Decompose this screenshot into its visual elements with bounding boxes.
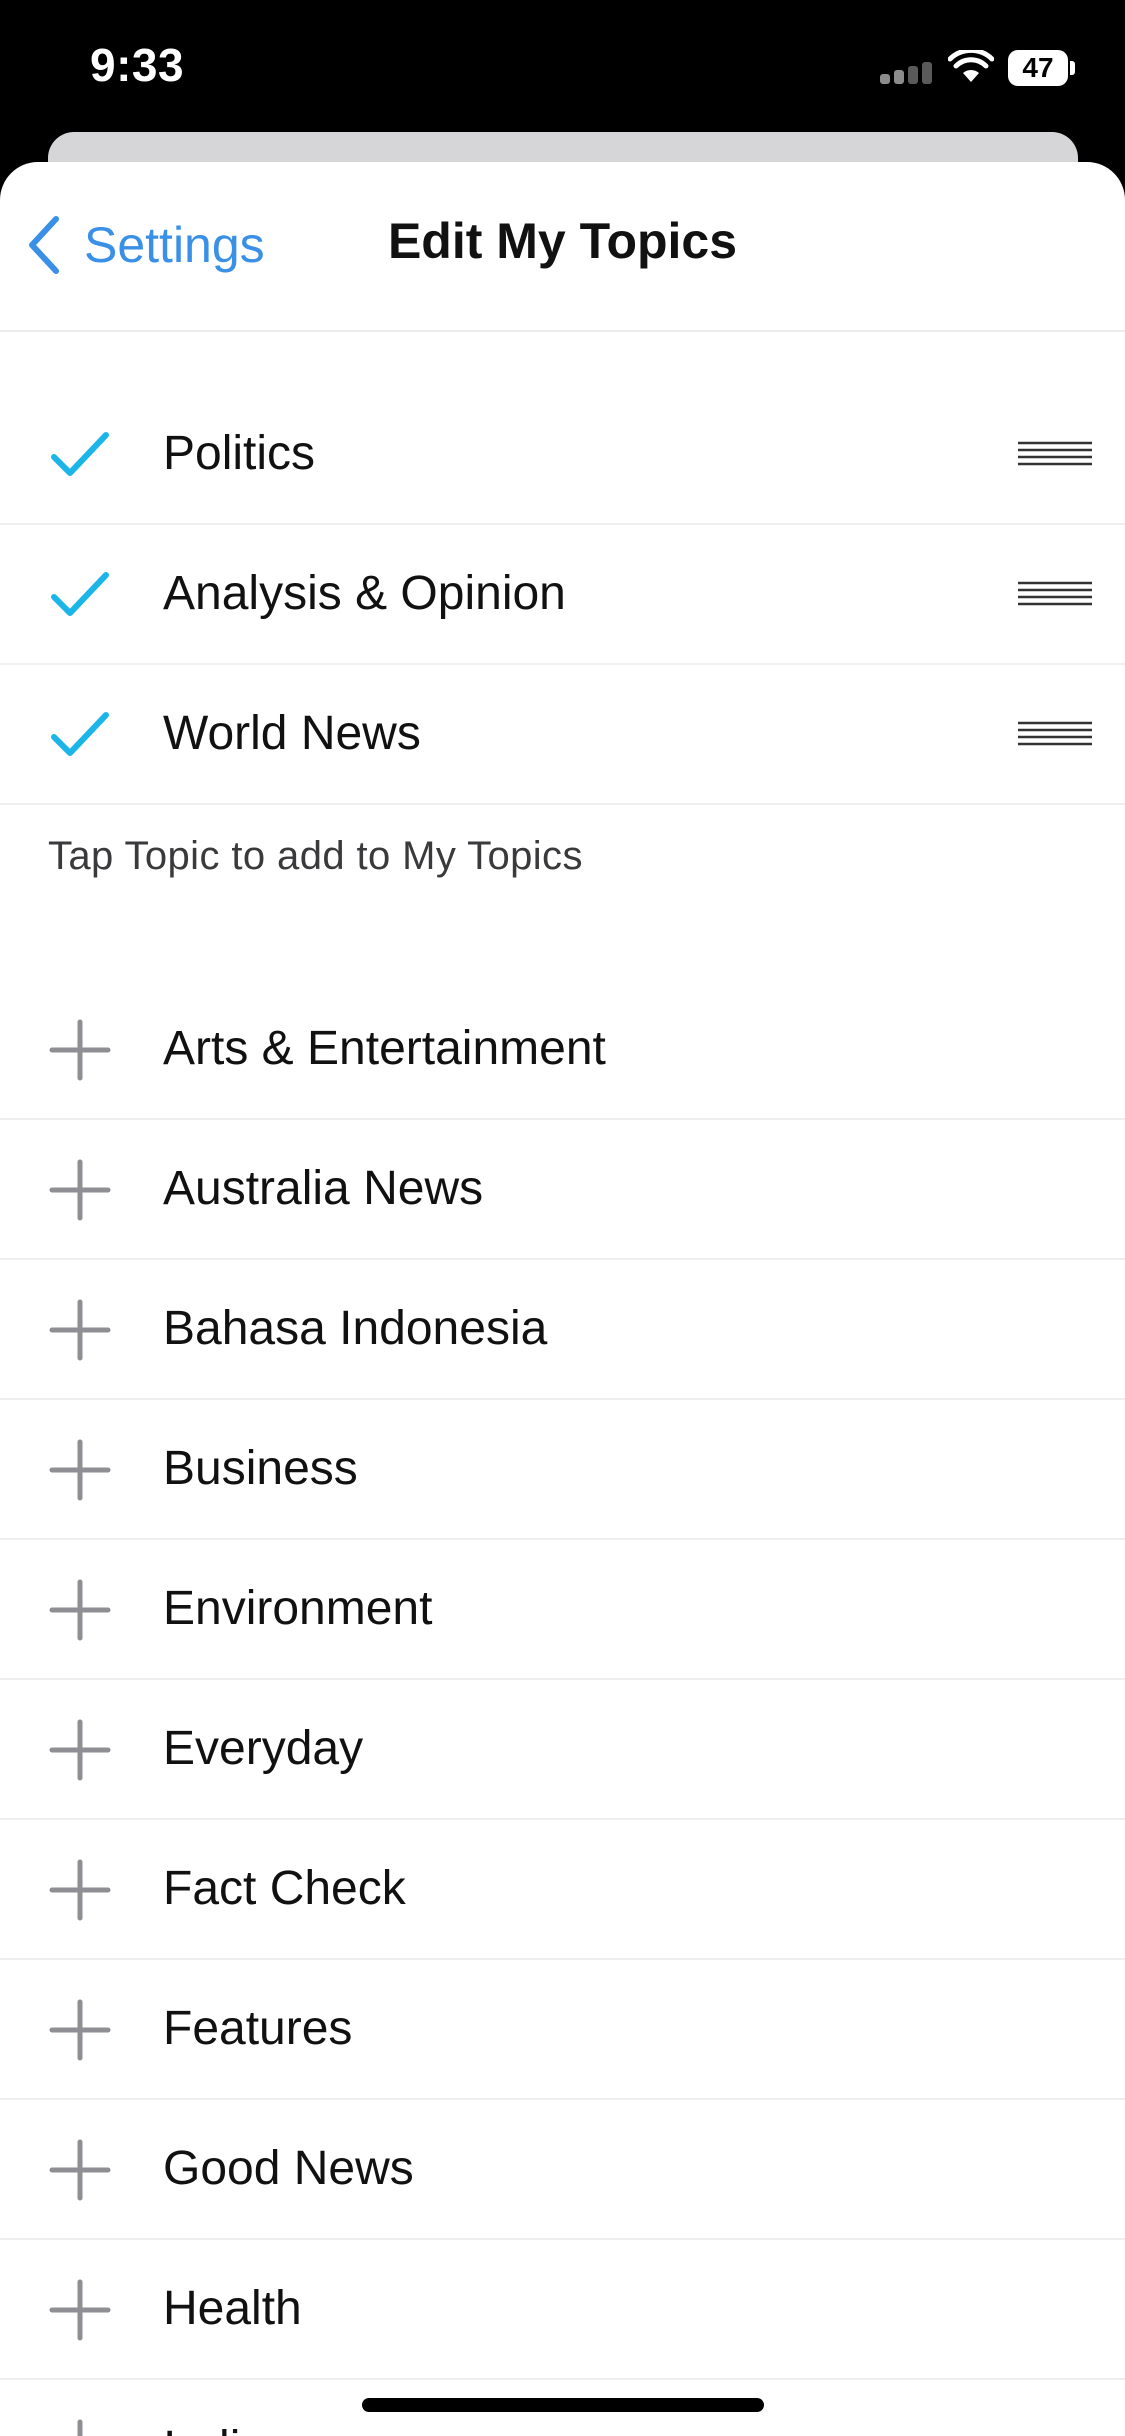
topic-label: Environment xyxy=(163,1582,433,1635)
checkmark-icon xyxy=(51,712,109,756)
back-button[interactable]: Settings xyxy=(22,210,265,280)
my-topics-list: Politics Analysis & Opinion World News xyxy=(0,385,1125,805)
plus-icon xyxy=(49,1019,111,1081)
my-topic-row[interactable]: World News xyxy=(0,665,1125,805)
topic-label: Fact Check xyxy=(163,1862,406,1915)
available-topic-row[interactable]: Fact Check xyxy=(0,1820,1125,1960)
reorder-handle-icon[interactable] xyxy=(1018,439,1092,469)
plus-icon xyxy=(77,2419,83,2436)
add-topics-hint: Tap Topic to add to My Topics xyxy=(48,834,583,878)
plus-icon xyxy=(49,1859,111,1921)
checkmark-icon xyxy=(51,572,109,616)
plus-icon xyxy=(49,2279,111,2341)
topic-label: Features xyxy=(163,2002,353,2055)
status-bar: 9:33 47 xyxy=(0,0,1125,140)
plus-icon xyxy=(49,1999,111,2061)
plus-icon xyxy=(49,1719,111,1781)
reorder-handle-icon[interactable] xyxy=(1018,719,1092,749)
plus-icon xyxy=(49,1579,111,1641)
available-topic-row[interactable]: Everyday xyxy=(0,1680,1125,1820)
cellular-signal-icon xyxy=(880,62,932,84)
plus-icon xyxy=(49,1439,111,1501)
plus-icon xyxy=(49,2139,111,2201)
status-time: 9:33 xyxy=(90,39,185,91)
topic-label: World News xyxy=(163,707,421,760)
my-topic-row[interactable]: Politics xyxy=(0,385,1125,525)
battery-icon: 47 xyxy=(1008,50,1075,86)
topic-label: Bahasa Indonesia xyxy=(163,1302,548,1355)
topic-label: Arts & Entertainment xyxy=(163,1022,606,1075)
available-topics-list: Arts & Entertainment Australia News Bahasa… xyxy=(0,980,1125,2436)
topic-label: Politics xyxy=(163,427,316,480)
home-indicator xyxy=(362,2398,764,2412)
chevron-left-icon xyxy=(29,216,59,274)
edit-topics-sheet: Settings Edit My Topics Politics Analysis… xyxy=(0,162,1125,2436)
back-button-label: Settings xyxy=(84,217,265,273)
topic-label: Australia News xyxy=(163,1162,484,1215)
plus-icon xyxy=(49,1159,111,1221)
battery-level: 47 xyxy=(1008,50,1068,86)
checkmark-icon xyxy=(51,432,109,476)
plus-icon xyxy=(49,1299,111,1361)
available-topic-row[interactable]: Business xyxy=(0,1400,1125,1540)
topic-label: Everyday xyxy=(163,1722,364,1775)
available-topic-row[interactable]: Health xyxy=(0,2240,1125,2380)
available-topic-row[interactable]: Features xyxy=(0,1960,1125,2100)
topic-label: Health xyxy=(163,2282,302,2335)
available-topic-row[interactable]: Australia News xyxy=(0,1120,1125,1260)
available-topic-row[interactable]: Arts & Entertainment xyxy=(0,980,1125,1120)
topic-label: Good News xyxy=(163,2142,414,2195)
topic-label: Business xyxy=(163,1442,358,1495)
available-topic-row[interactable]: Bahasa Indonesia xyxy=(0,1260,1125,1400)
wifi-icon xyxy=(948,50,994,82)
reorder-handle-icon[interactable] xyxy=(1018,579,1092,609)
available-topic-row[interactable]: Good News xyxy=(0,2100,1125,2240)
my-topic-row[interactable]: Analysis & Opinion xyxy=(0,525,1125,665)
navigation-bar: Settings Edit My Topics xyxy=(0,162,1125,332)
topic-label: Analysis & Opinion xyxy=(163,567,566,620)
available-topic-row[interactable]: Environment xyxy=(0,1540,1125,1680)
